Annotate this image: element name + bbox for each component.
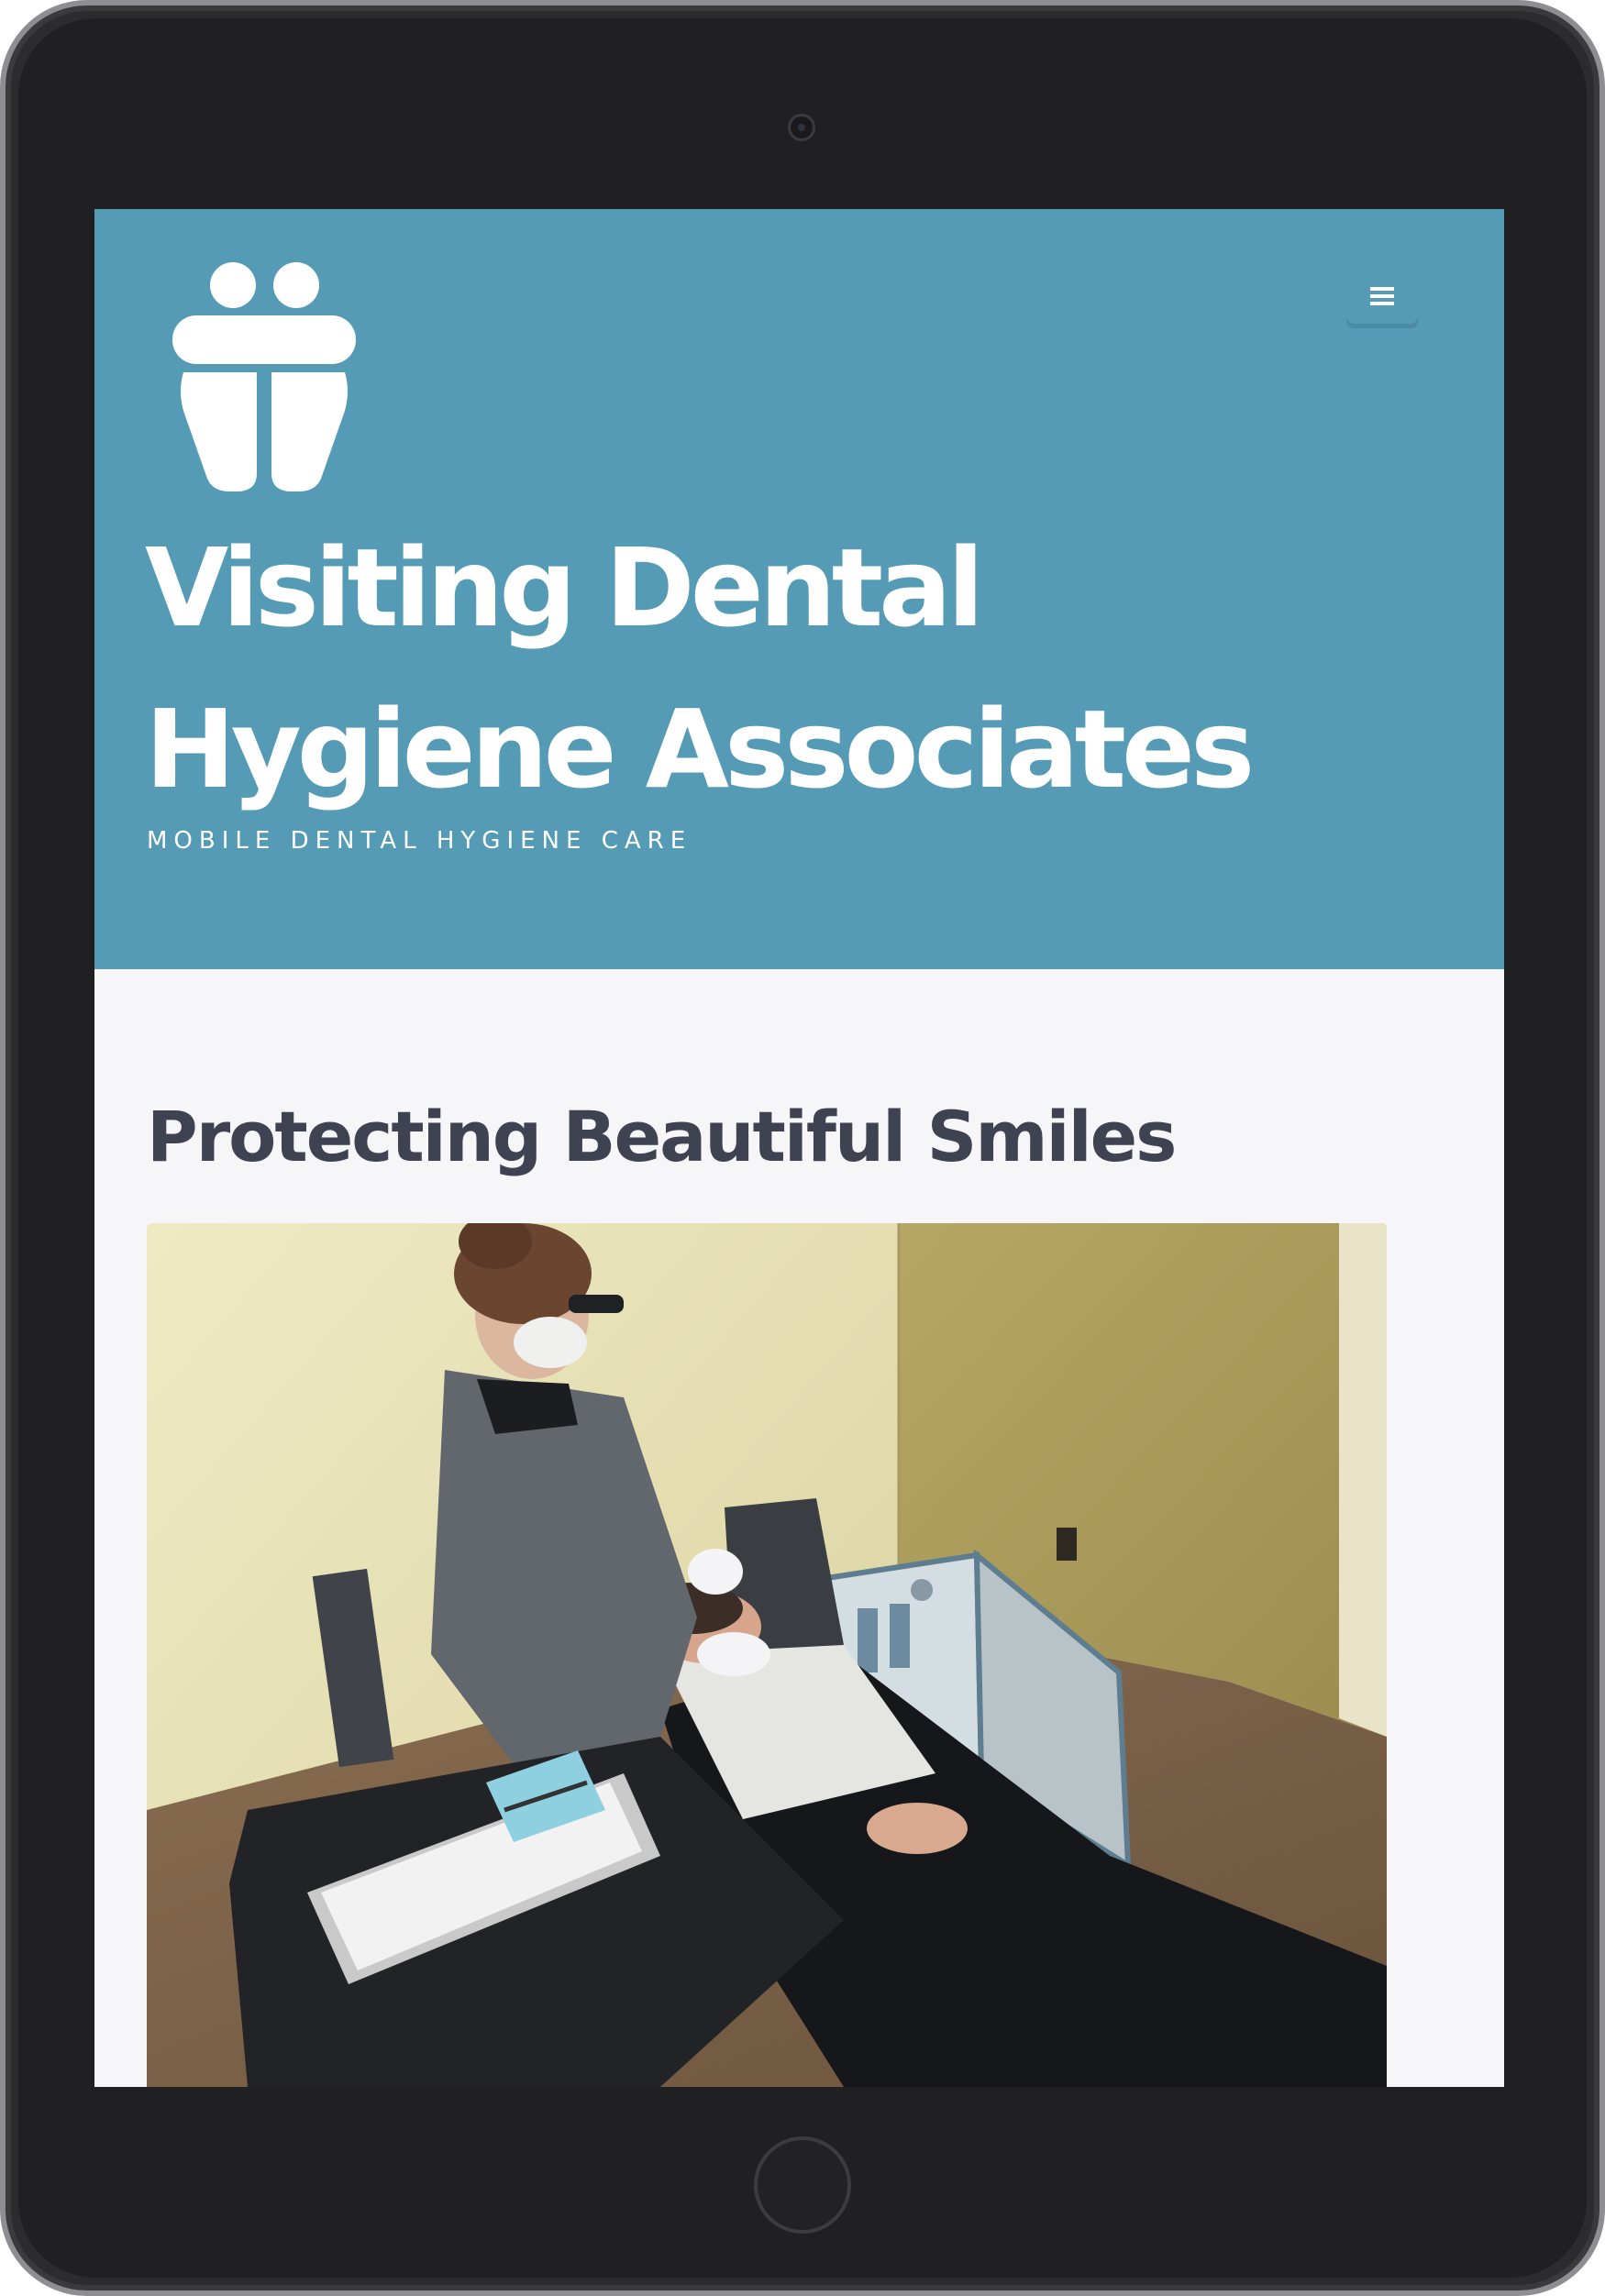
front-camera [788,114,815,141]
home-button[interactable] [754,2136,851,2234]
hamburger-menu-icon [1370,287,1394,305]
site-header: Visiting Dental Hygiene Associates MOBIL… [94,209,1504,969]
tablet-screen: Visiting Dental Hygiene Associates MOBIL… [94,209,1504,2087]
site-tagline: MOBILE DENTAL HYGIENE CARE [147,827,692,855]
hygienist-treating-patient-photo [147,1223,1387,2087]
tooth-figures-icon[interactable] [172,262,356,491]
site-title[interactable]: Visiting Dental Hygiene Associates [145,507,1466,830]
page-heading: Protecting Beautiful Smiles [147,1096,1177,1177]
menu-toggle-button[interactable] [1346,269,1418,324]
